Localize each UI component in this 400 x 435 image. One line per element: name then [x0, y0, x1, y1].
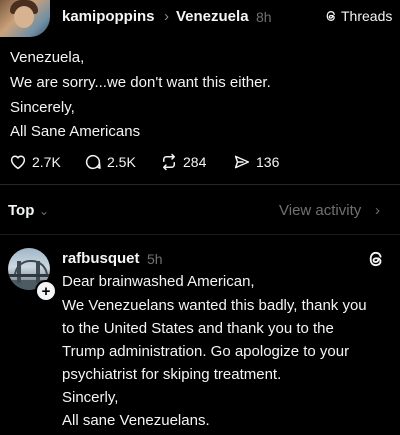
like-count: 2.7K — [32, 154, 61, 170]
post-text-line: Sincerely, — [10, 99, 75, 116]
reply-text-line: Dear brainwashed American, — [62, 273, 255, 290]
repost-button[interactable]: 284 — [160, 153, 206, 171]
chevron-right-icon[interactable]: › — [375, 202, 380, 219]
threads-logo-icon — [369, 251, 382, 267]
post-topic-tag[interactable]: Venezuela — [176, 8, 249, 25]
view-activity-link[interactable]: View activity — [279, 202, 361, 219]
heart-icon — [10, 155, 26, 170]
post-author-name[interactable]: kamipoppins — [62, 8, 155, 25]
reply-text-line: Trump administration. Go apologize to yo… — [62, 343, 350, 360]
reply-count: 2.5K — [107, 154, 136, 170]
reply-text-line: We Venezuelans wanted this badly, thank … — [62, 297, 367, 314]
post-timestamp: 8h — [256, 9, 272, 25]
reply-text-line: Sincerly, — [62, 389, 119, 406]
section-divider — [0, 234, 400, 235]
sort-dropdown[interactable]: Top — [8, 202, 34, 219]
repost-count: 284 — [183, 154, 207, 170]
reply-text-line: to the United States and thank you to th… — [62, 320, 334, 337]
author-avatar[interactable] — [0, 0, 50, 37]
share-icon — [234, 155, 250, 169]
post-text-line: We are sorry...we don't want this either… — [10, 74, 271, 91]
like-button[interactable]: 2.7K — [9, 153, 61, 171]
share-count: 136 — [256, 154, 280, 170]
post-text-line: Venezuela, — [10, 49, 85, 66]
comment-icon — [85, 154, 101, 170]
breadcrumb-chevron-icon: › — [164, 8, 169, 25]
reply-author-name[interactable]: rafbusquet — [62, 250, 140, 267]
reply-text-line: psychiatrist for skiping treatment. — [62, 366, 282, 383]
repost-icon — [163, 153, 175, 171]
reply-timestamp: 5h — [147, 251, 163, 267]
threads-logo-icon — [326, 11, 335, 21]
threads-source-badge: Threads — [324, 8, 392, 24]
reply-text-line: All sane Venezuelans. — [62, 412, 210, 429]
share-button[interactable]: 136 — [233, 153, 279, 171]
follow-plus-icon[interactable]: + — [35, 280, 57, 302]
section-divider — [0, 184, 400, 185]
chevron-down-icon[interactable]: ⌄ — [39, 204, 49, 218]
post-text-line: All Sane Americans — [10, 123, 141, 140]
threads-source-label: Threads — [341, 8, 393, 24]
reply-button[interactable]: 2.5K — [84, 153, 136, 171]
